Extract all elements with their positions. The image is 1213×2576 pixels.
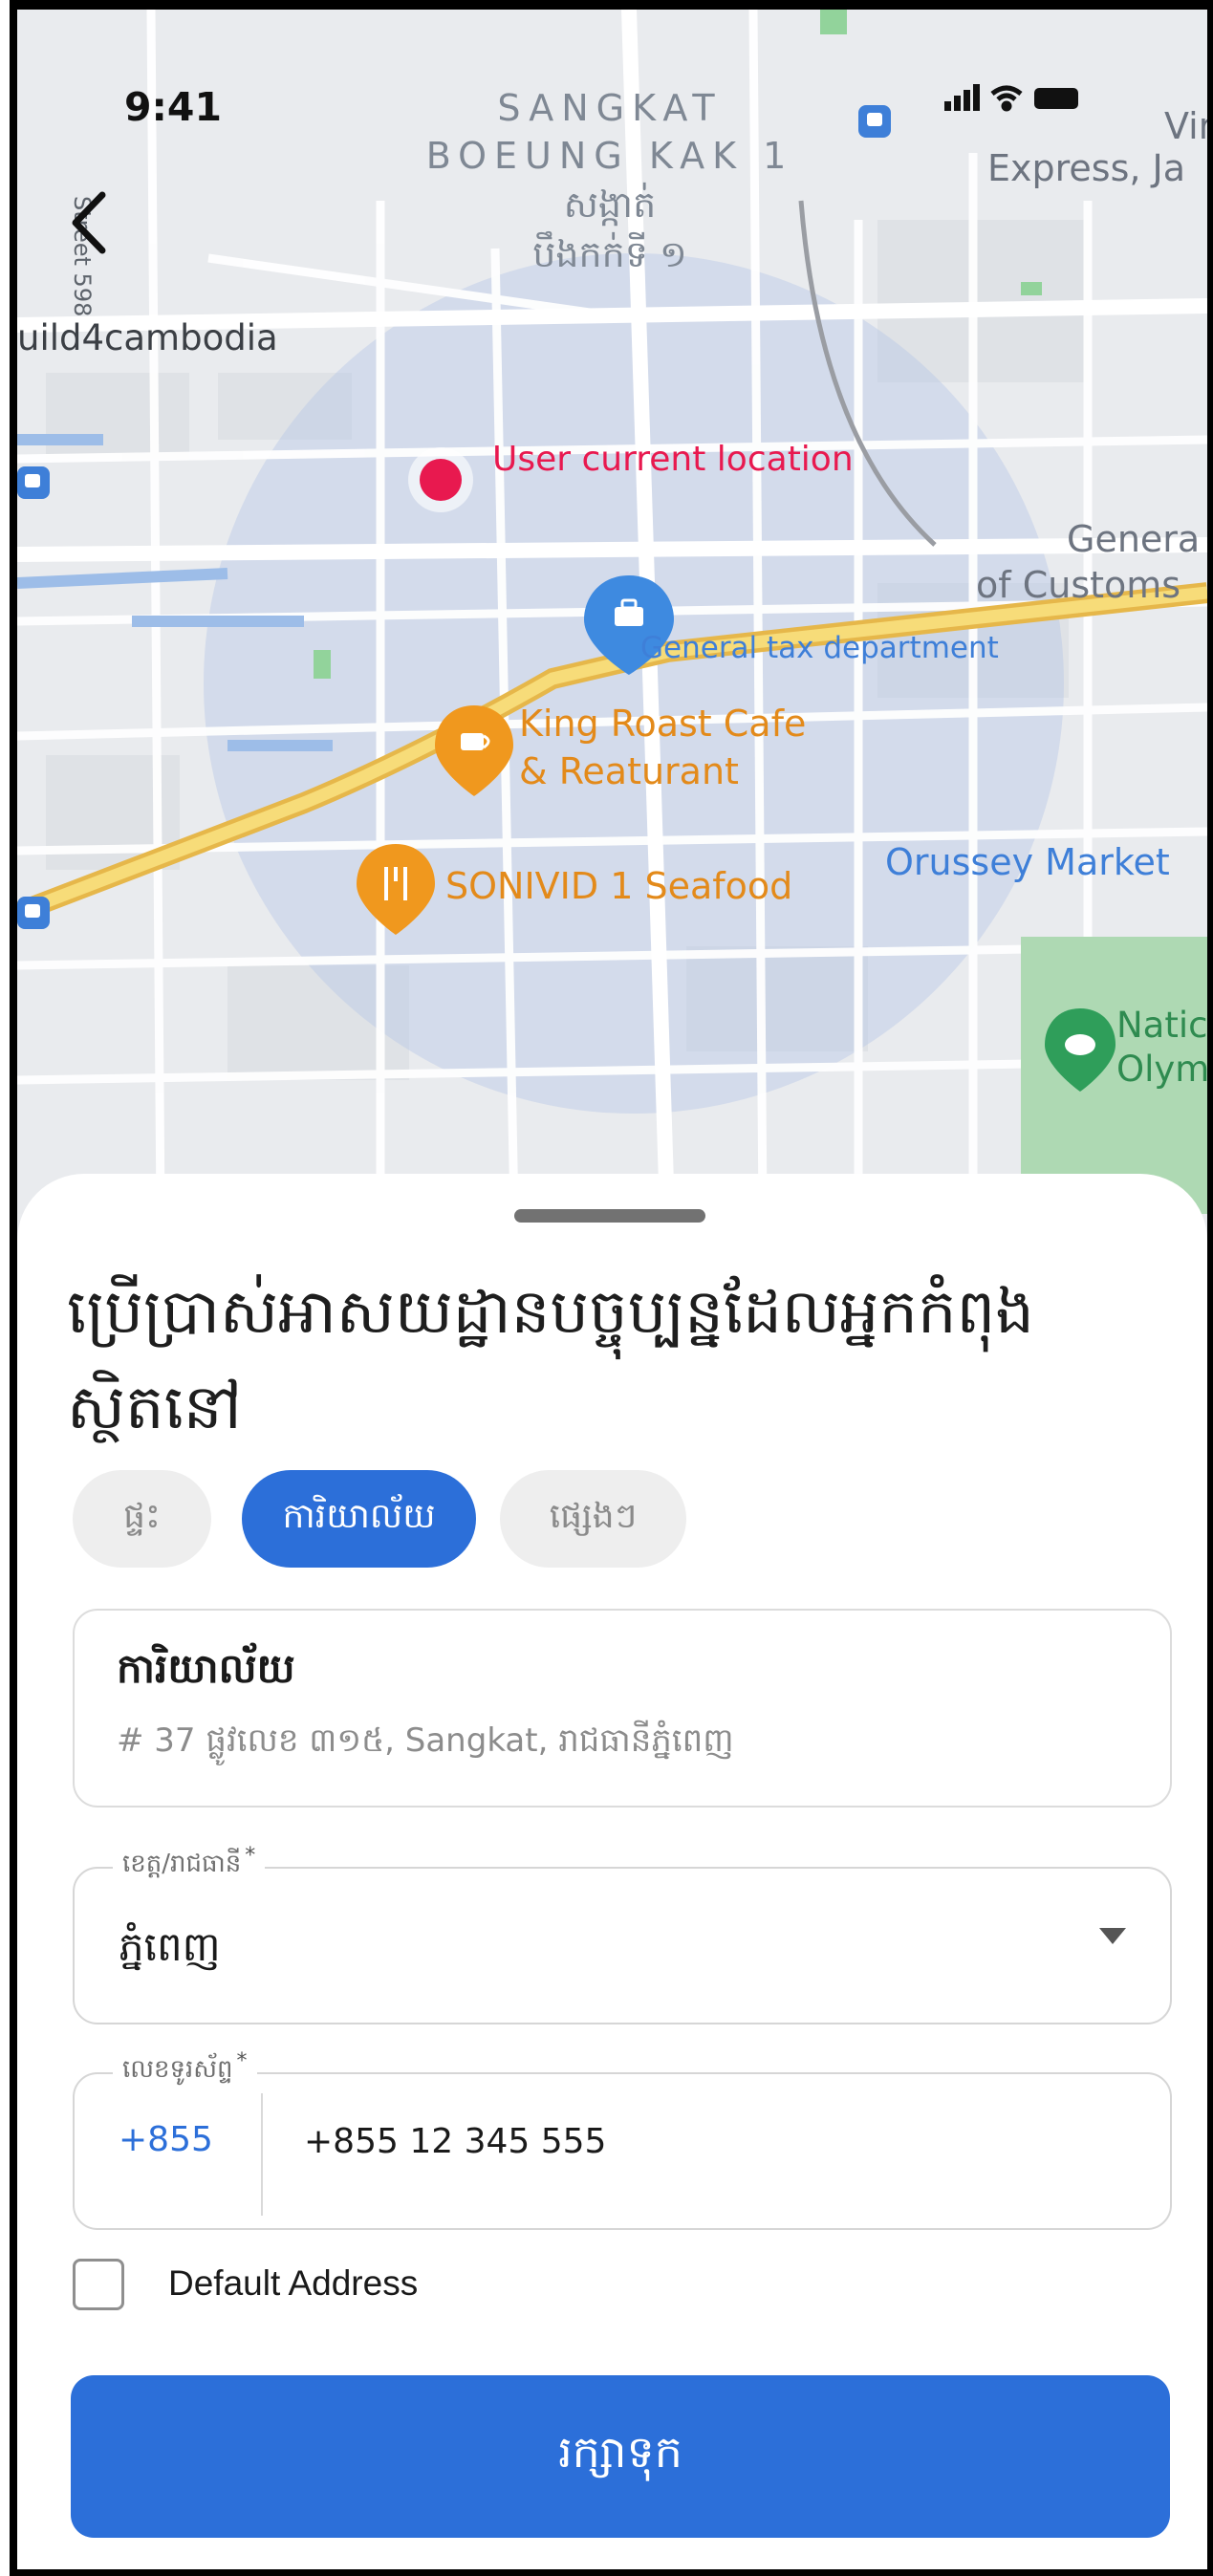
status-icons — [944, 78, 1078, 117]
default-address-checkbox[interactable] — [73, 2259, 124, 2310]
transit-marker — [17, 897, 50, 929]
phone-label-text: លេខទូរស័ព្ទ — [122, 2055, 233, 2084]
vireak-label-line2: Express, Ja — [987, 147, 1186, 189]
chip-home-label: ផ្ទះ — [123, 1496, 161, 1536]
province-required-mark: * — [245, 1844, 256, 1868]
frame-border-top — [10, 0, 1213, 10]
address-card-title: ការិយាល័យ — [117, 1645, 295, 1692]
district-line-3: សង្កាត់ — [563, 184, 657, 226]
province-label: ខេត្ត/រាជធានី * — [113, 1844, 266, 1884]
save-button-label: រក្សាទុក — [558, 2425, 682, 2478]
phone-field[interactable]: លេខទូរស័ព្ទ * +855 +855 12 345 555 — [73, 2049, 1172, 2230]
seafood-label: SONIVID 1 Seafood — [445, 865, 793, 907]
vireak-label: Vir Express, Ja — [987, 105, 1207, 189]
frame-border-right — [1207, 0, 1213, 2576]
cafe-label: King Roast Cafe & Reaturant — [519, 700, 806, 795]
olympic-label-line1: Natic — [1116, 1005, 1207, 1046]
chip-office-label: ការិយាល័យ — [282, 1496, 436, 1536]
transit-marker — [17, 466, 50, 499]
district-line-4: បឹងកក់ទី ១ — [532, 233, 687, 275]
address-bottom-sheet: ប្រើប្រាស់អាសយដ្ឋានបច្ចុប្បន្នដែលអ្នកកំព… — [17, 1174, 1207, 2569]
dropdown-arrow-icon[interactable] — [1099, 1928, 1126, 1944]
signal-icon — [944, 84, 980, 111]
country-code-prefix[interactable]: +855 — [119, 2120, 213, 2159]
cafe-label-line1: King Roast Cafe — [519, 703, 807, 745]
phone-label: លេខទូរស័ព្ទ * — [113, 2049, 257, 2089]
address-card-subtitle: # 37 ផ្លូវលេខ ៣១៥, Sangkat, រាជធានីភ្នំព… — [117, 1721, 734, 1760]
chip-other-label: ផ្សេងៗ — [549, 1496, 638, 1536]
sheet-drag-handle[interactable] — [514, 1209, 705, 1223]
frame-border-left — [10, 0, 17, 2576]
user-location-label: User current location — [492, 440, 854, 479]
district-line-1: SANGKAT — [497, 87, 723, 129]
cafe-label-line2: & Reaturant — [519, 750, 739, 792]
wifi-icon — [990, 85, 1023, 112]
province-select[interactable]: ខេត្ត/រាជធានី * ភ្នំពេញ — [73, 1844, 1172, 2024]
prefix-divider — [261, 2093, 263, 2216]
district-label: SANGKAT BOEUNG KAK 1 សង្កាត់ បឹងកក់ទី ១ — [419, 84, 801, 279]
market-label: Orussey Market — [885, 841, 1170, 883]
transit-marker — [858, 105, 891, 138]
frame-border-bottom — [10, 2569, 1213, 2576]
sheet-title: ប្រើប្រាស់អាសយដ្ឋានបច្ចុប្បន្នដែលអ្នកកំព… — [67, 1277, 1034, 1443]
status-time: 9:41 — [124, 84, 222, 130]
phone-required-mark: * — [236, 2049, 248, 2073]
save-button[interactable]: រក្សាទុក — [71, 2375, 1170, 2538]
phone-screen: SANGKAT BOEUNG KAK 1 សង្កាត់ បឹងកក់ទី ១ … — [17, 10, 1207, 2569]
phone-input[interactable]: +855 12 345 555 — [304, 2122, 606, 2161]
chip-home[interactable]: ផ្ទះ — [73, 1470, 211, 1568]
address-card[interactable]: ការិយាល័យ # 37 ផ្លូវលេខ ៣១៥, Sangkat, រា… — [73, 1609, 1172, 1808]
screenshot-frame: SANGKAT BOEUNG KAK 1 សង្កាត់ បឹងកក់ទី ១ … — [0, 0, 1213, 2576]
map-view[interactable]: SANGKAT BOEUNG KAK 1 សង្កាត់ បឹងកក់ទី ១ … — [17, 10, 1207, 1214]
build4cambodia-label: uild4cambodia — [17, 317, 278, 358]
default-address-label: Default Address — [168, 2263, 419, 2303]
customs-label-line2: of Customs — [976, 564, 1181, 606]
chevron-left-icon — [72, 191, 106, 254]
customs-label-line1: Genera — [1067, 518, 1201, 560]
district-line-2: BOEUNG KAK 1 — [425, 135, 794, 177]
battery-icon — [1034, 88, 1078, 109]
tax-department-label: General tax department — [640, 631, 999, 665]
chip-other[interactable]: ផ្សេងៗ — [500, 1470, 686, 1568]
province-value: ភ្នំពេញ — [119, 1923, 221, 1970]
province-label-text: ខេត្ត/រាជធានី — [122, 1850, 242, 1878]
user-location-dot — [420, 459, 462, 501]
olympic-label-line2: Olym — [1116, 1049, 1207, 1090]
olympic-label: Natic Olym — [1116, 1004, 1207, 1092]
back-button[interactable] — [55, 180, 122, 266]
chip-office[interactable]: ការិយាល័យ — [242, 1470, 476, 1568]
customs-label: Genera of Customs — [976, 516, 1200, 608]
